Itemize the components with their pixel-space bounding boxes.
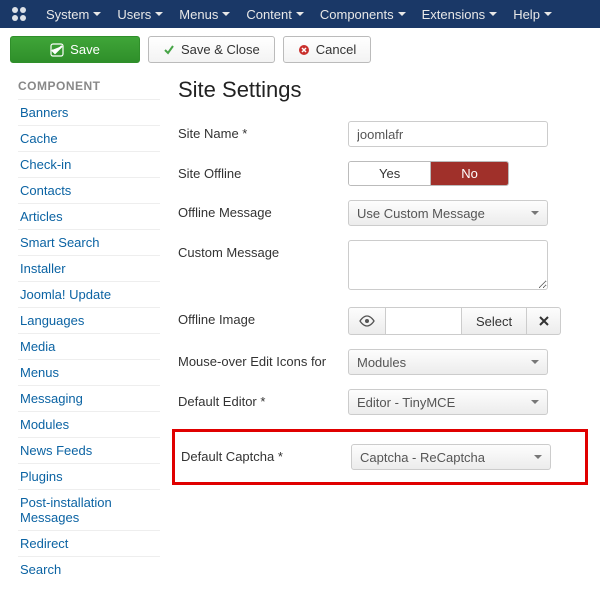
sidebar-item-menus[interactable]: Menus [18,359,160,385]
sitename-label: Site Name * [178,121,348,141]
chevron-down-icon [534,455,542,459]
save-button[interactable]: Save [10,36,140,63]
mouseover-label: Mouse-over Edit Icons for [178,349,348,369]
editor-label: Default Editor * [178,389,348,409]
captcha-highlight: Default Captcha * Captcha - ReCaptcha [172,429,588,485]
sidebar-item-installer[interactable]: Installer [18,255,160,281]
editor-select[interactable]: Editor - TinyMCE [348,389,548,415]
mouseover-select[interactable]: Modules [348,349,548,375]
sidebar-item-media[interactable]: Media [18,333,160,359]
offlineimg-select-button[interactable]: Select [462,307,527,335]
sidebar-item-modules[interactable]: Modules [18,411,160,437]
sidebar-item-search[interactable]: Search [18,556,160,582]
save-close-button[interactable]: Save & Close [148,36,275,63]
main-content: Site Settings Site Name * Site Offline Y… [160,71,600,590]
offlinemsg-label: Offline Message [178,200,348,220]
sidebar-item-messaging[interactable]: Messaging [18,385,160,411]
siteoffline-yes[interactable]: Yes [349,162,430,185]
menu-system[interactable]: System [38,0,109,28]
eye-icon [359,315,375,327]
save-close-label: Save & Close [181,42,260,57]
offlineimg-group: Select [348,307,561,335]
editor-value: Editor - TinyMCE [357,395,455,410]
sidebar-item-articles[interactable]: Articles [18,203,160,229]
menu-users[interactable]: Users [109,0,171,28]
mouseover-value: Modules [357,355,406,370]
offlineimg-path [386,307,462,335]
offlineimg-clear-button[interactable] [527,307,561,335]
sidebar-item-postinstall[interactable]: Post-installation Messages [18,489,160,530]
cancel-label: Cancel [316,42,356,57]
captcha-select[interactable]: Captcha - ReCaptcha [351,444,551,470]
sidebar-heading: COMPONENT [18,79,160,93]
sidebar: COMPONENT Banners Cache Check-in Contact… [0,71,160,590]
sidebar-item-contacts[interactable]: Contacts [18,177,160,203]
offlineimg-label: Offline Image [178,307,348,327]
toolbar: Save Save & Close Cancel [0,28,600,71]
sidebar-item-joomlaupdate[interactable]: Joomla! Update [18,281,160,307]
top-menubar: System Users Menus Content Components Ex… [0,0,600,28]
menu-extensions[interactable]: Extensions [414,0,506,28]
sidebar-item-checkin[interactable]: Check-in [18,151,160,177]
custommsg-textarea[interactable] [348,240,548,290]
sidebar-item-plugins[interactable]: Plugins [18,463,160,489]
offlinemsg-select[interactable]: Use Custom Message [348,200,548,226]
offlinemsg-value: Use Custom Message [357,206,485,221]
save-label: Save [70,42,100,57]
cancel-button[interactable]: Cancel [283,36,371,63]
custommsg-label: Custom Message [178,240,348,260]
menu-content[interactable]: Content [238,0,312,28]
menu-menus[interactable]: Menus [171,0,238,28]
page-title: Site Settings [178,77,582,103]
sidebar-item-banners[interactable]: Banners [18,99,160,125]
preview-button[interactable] [348,307,386,335]
captcha-value: Captcha - ReCaptcha [360,450,485,465]
chevron-down-icon [531,211,539,215]
siteoffline-label: Site Offline [178,161,348,181]
menu-help[interactable]: Help [505,0,560,28]
sidebar-item-cache[interactable]: Cache [18,125,160,151]
sidebar-item-newsfeeds[interactable]: News Feeds [18,437,160,463]
captcha-label: Default Captcha * [181,444,351,464]
sidebar-item-redirect[interactable]: Redirect [18,530,160,556]
sitename-input[interactable] [348,121,548,147]
sidebar-item-smartsearch[interactable]: Smart Search [18,229,160,255]
siteoffline-no[interactable]: No [430,162,508,185]
close-icon [538,315,550,327]
siteoffline-toggle: Yes No [348,161,509,186]
chevron-down-icon [531,360,539,364]
sidebar-item-languages[interactable]: Languages [18,307,160,333]
chevron-down-icon [531,400,539,404]
menu-components[interactable]: Components [312,0,414,28]
joomla-logo-icon[interactable] [6,4,32,24]
